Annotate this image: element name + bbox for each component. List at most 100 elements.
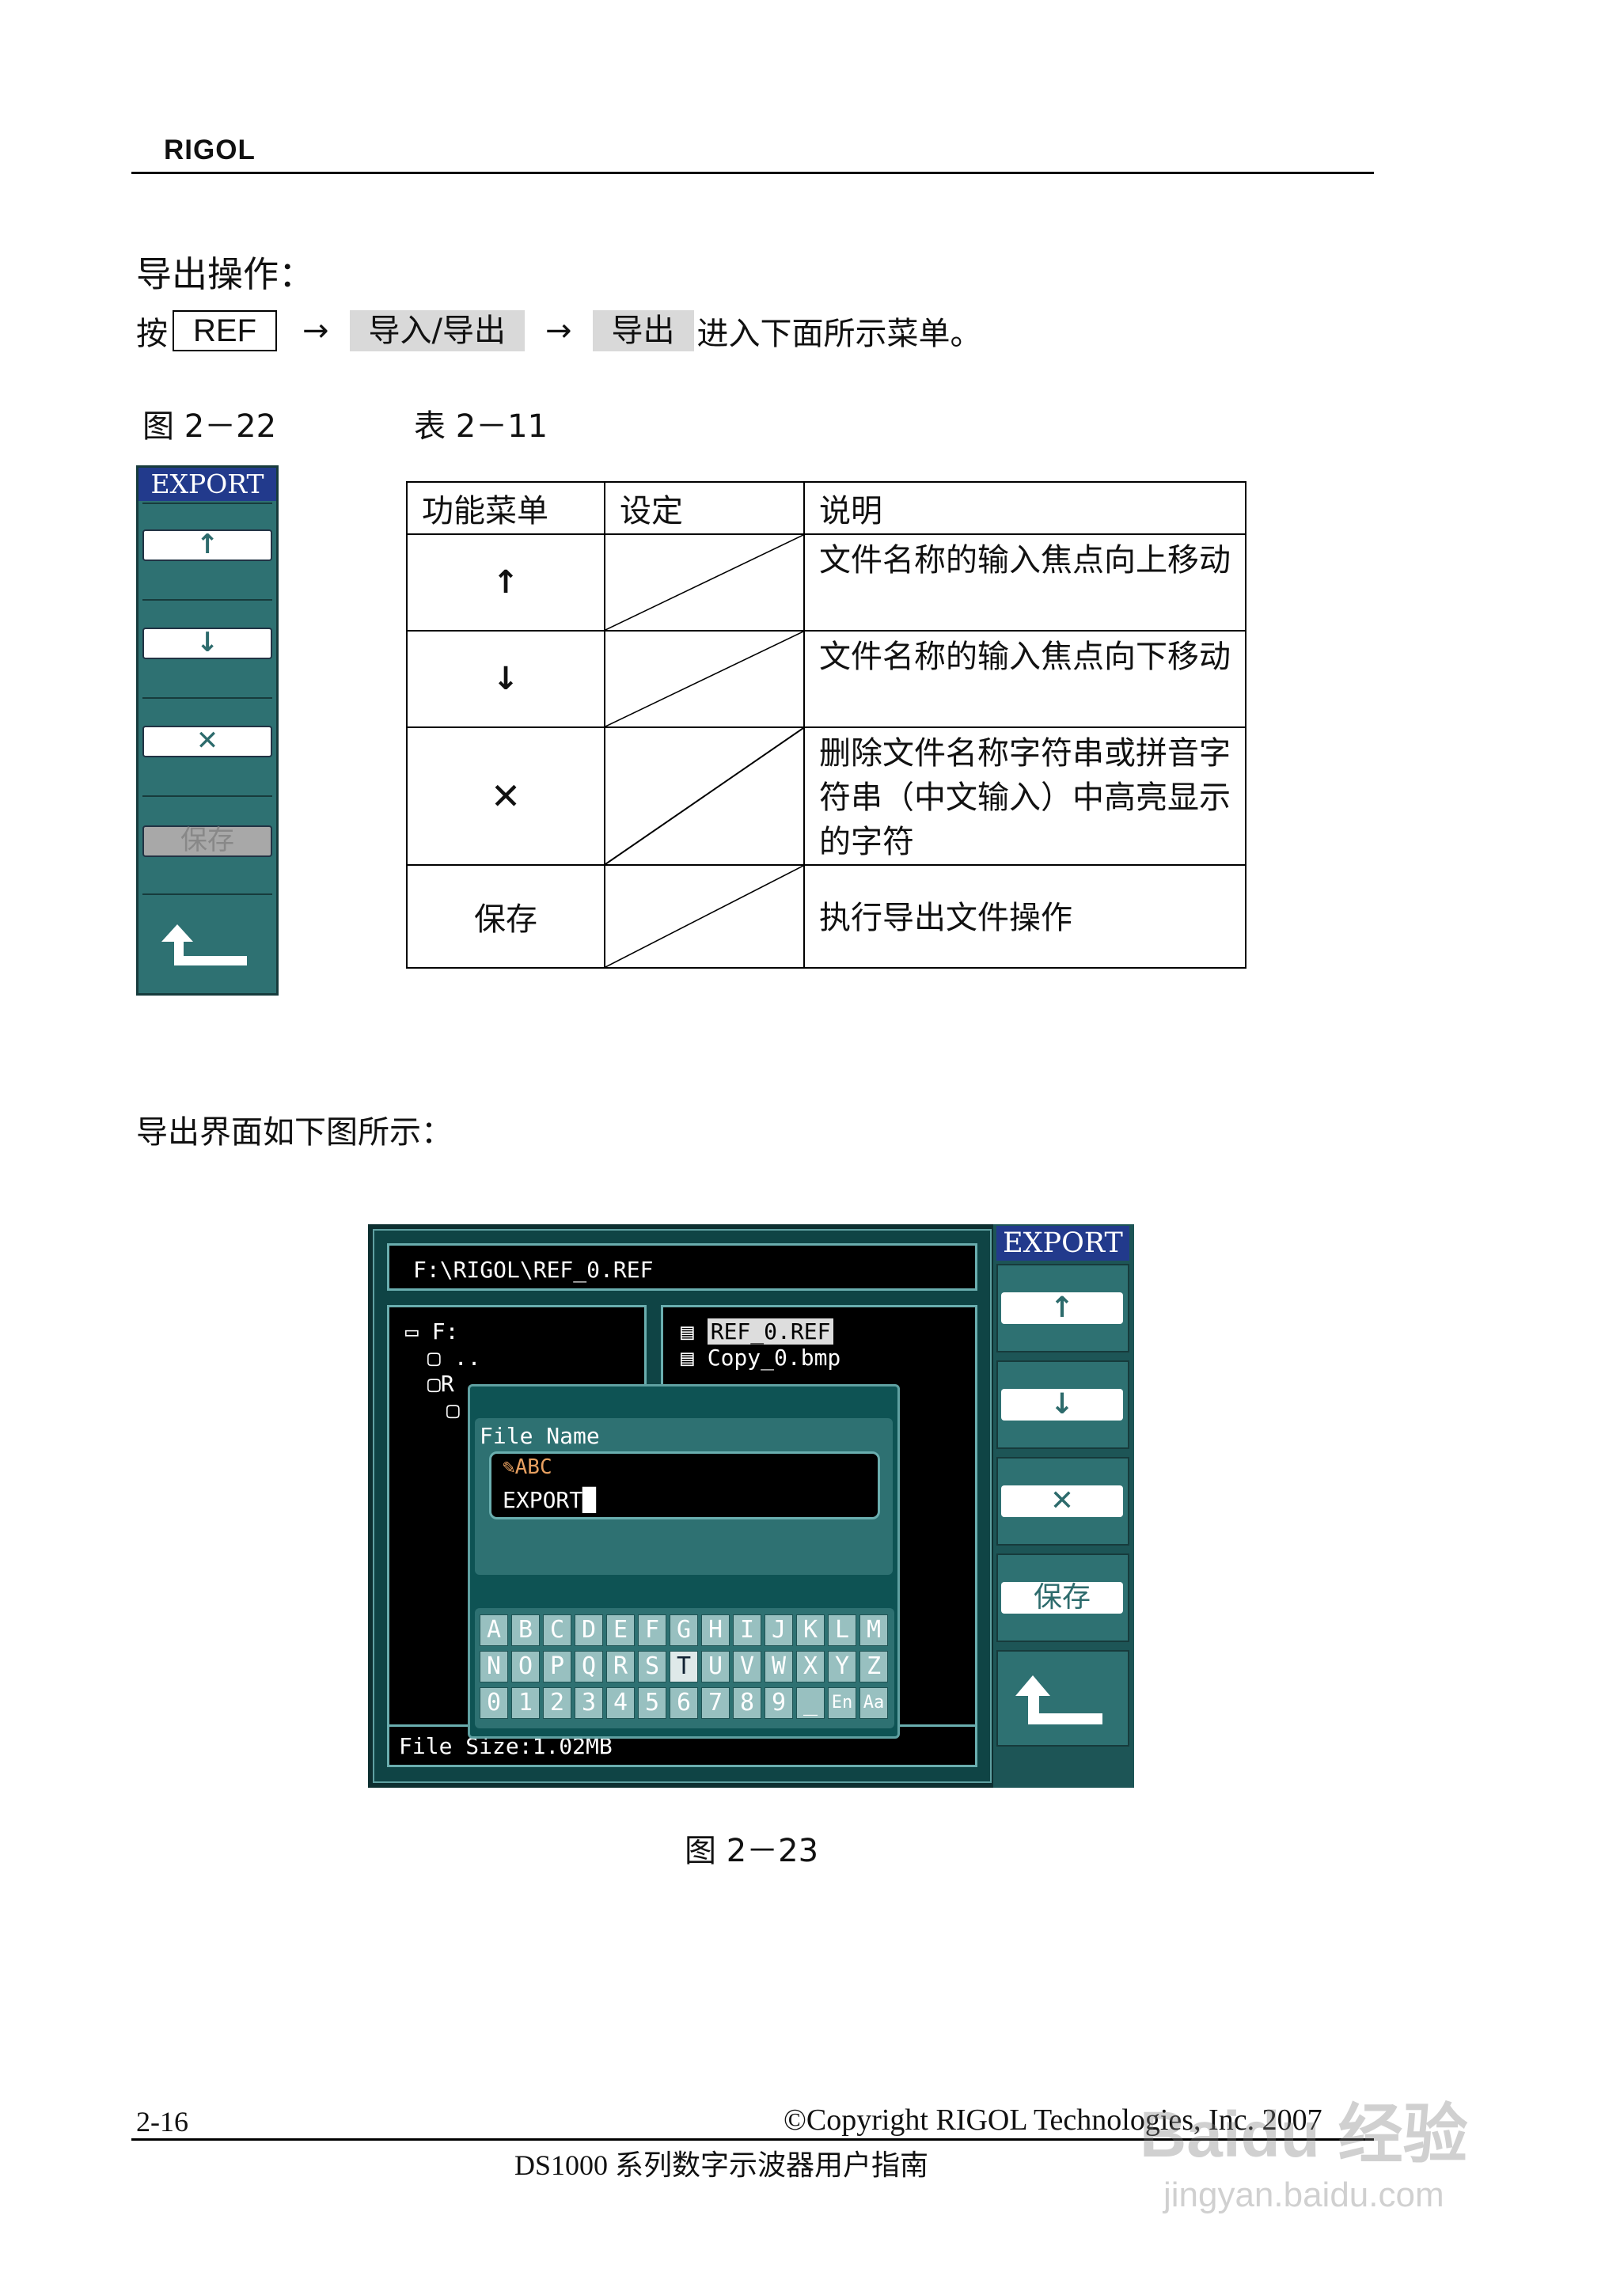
keyboard-key[interactable]: 6	[670, 1687, 698, 1719]
table-cell-setting	[604, 864, 805, 969]
keyboard-key[interactable]: 7	[701, 1687, 730, 1719]
keyboard-key[interactable]: C	[543, 1614, 571, 1646]
pen-icon: ✎	[503, 1455, 515, 1479]
keyboard-key[interactable]: 2	[543, 1687, 571, 1719]
keyboard-key[interactable]: A	[480, 1614, 508, 1646]
keyboard-key[interactable]: J	[765, 1614, 793, 1646]
arrow-icon: →	[302, 313, 329, 349]
up-folder-icon: ▢	[427, 1345, 441, 1371]
arrow-down-icon: ↓	[195, 627, 219, 658]
menu-down-button[interactable]: ↓	[142, 628, 272, 659]
return-arrow-icon	[161, 924, 247, 965]
keyboard-key[interactable]: Z	[859, 1651, 888, 1682]
table-cell-setting	[604, 726, 805, 866]
dialog-title: File Name	[480, 1423, 600, 1449]
menu-title: EXPORT	[138, 468, 276, 501]
keyboard-key[interactable]: 4	[606, 1687, 635, 1719]
drive-icon: ▭	[405, 1318, 419, 1345]
input-mode: ✎ABC	[503, 1455, 552, 1479]
table-header-setting: 设定	[604, 481, 805, 535]
keyboard-key[interactable]: Aa	[859, 1687, 888, 1719]
menu-save-button[interactable]: 保存	[142, 825, 272, 857]
keyboard-key[interactable]: _	[796, 1687, 825, 1719]
keyboard-key[interactable]: M	[859, 1614, 888, 1646]
brand-logo: RIGOL	[164, 135, 256, 165]
keyboard-key[interactable]: Q	[575, 1651, 603, 1682]
keyboard-key[interactable]: W	[765, 1651, 793, 1682]
ref-key-label: REF	[173, 310, 277, 351]
keyboard-key[interactable]: S	[638, 1651, 666, 1682]
filename-panel: File Name ✎ABC EXPORT█	[475, 1418, 893, 1575]
arrow-up-icon: ↑	[492, 564, 519, 601]
keyboard-key[interactable]: 8	[733, 1687, 761, 1719]
keyboard-key[interactable]: X	[796, 1651, 825, 1682]
keyboard-key[interactable]: D	[575, 1614, 603, 1646]
keyboard-key[interactable]: L	[828, 1614, 856, 1646]
menu-delete-button[interactable]: ✕	[142, 726, 272, 757]
delete-icon: ✕	[1001, 1485, 1123, 1517]
page-number: 2-16	[136, 2106, 188, 2138]
file-browser-panel: F:\RIGOL\REF_0.REF ▭ F: ▢ .. ▢ R ▢ ▤ REF_…	[373, 1229, 992, 1783]
side-back-button[interactable]	[996, 1650, 1129, 1747]
keyboard-row: 0 1 2 3 4 5 6 7 8 9 _ En Aa	[480, 1687, 890, 1719]
instr-prefix: 按	[136, 316, 168, 352]
side-menu-title: EXPORT	[996, 1226, 1129, 1261]
keyboard-key[interactable]: B	[511, 1614, 540, 1646]
side-up-button[interactable]: ↑	[996, 1264, 1129, 1352]
menu-up-button[interactable]: ↑	[142, 529, 272, 561]
tree-up[interactable]: ▢ ..	[427, 1345, 628, 1371]
keyboard-key[interactable]: 5	[638, 1687, 666, 1719]
path-display: F:\RIGOL\REF_0.REF	[387, 1243, 977, 1291]
watermark-url: jingyan.baidu.com	[1163, 2176, 1444, 2214]
figure-22-label: 图 2－22	[142, 408, 277, 445]
softkey-import-export-label: 导入/导出	[349, 310, 525, 351]
table-header-desc: 说明	[803, 481, 1246, 535]
open-folder-icon: ▢	[427, 1371, 441, 1397]
side-down-button[interactable]: ↓	[996, 1360, 1129, 1449]
arrow-down-icon: ↓	[492, 661, 519, 697]
keyboard-key[interactable]: E	[606, 1614, 635, 1646]
arrow-up-icon: ↑	[1001, 1292, 1123, 1324]
arrow-up-icon: ↑	[195, 529, 219, 560]
keyboard-key[interactable]: 1	[511, 1687, 540, 1719]
softkey-export-label: 导出	[592, 310, 694, 351]
filename-input[interactable]: ✎ABC EXPORT█	[489, 1451, 880, 1519]
file-item[interactable]: ▤ Copy_0.bmp	[681, 1345, 958, 1371]
figure-23-label: 图 2－23	[685, 1833, 819, 1869]
keyboard-key[interactable]: G	[670, 1614, 698, 1646]
filename-dialog: File Name ✎ABC EXPORT█ ABCDEFGHIJKLM NOP…	[468, 1384, 900, 1739]
keyboard-key[interactable]: N	[480, 1651, 508, 1682]
keyboard-key[interactable]: Y	[828, 1651, 856, 1682]
table-cell-desc: 执行导出文件操作	[803, 864, 1246, 969]
save-label: 保存	[180, 825, 234, 856]
keyboard-key[interactable]: R	[606, 1651, 635, 1682]
table-cell-desc: 文件名称的输入焦点向下移动	[803, 630, 1246, 728]
back-button[interactable]	[142, 899, 272, 988]
keyboard-key[interactable]: U	[701, 1651, 730, 1682]
keyboard-key[interactable]: K	[796, 1614, 825, 1646]
keyboard-key[interactable]: 0	[480, 1687, 508, 1719]
side-save-button[interactable]: 保存	[996, 1553, 1129, 1642]
delete-icon: ✕	[195, 725, 219, 757]
keyboard-key[interactable]: V	[733, 1651, 761, 1682]
text-cursor: █	[582, 1487, 597, 1513]
keyboard-key[interactable]: En	[828, 1687, 856, 1719]
tree-drive[interactable]: ▭ F:	[405, 1318, 628, 1345]
table-cell-menu: ↑	[406, 533, 605, 632]
instr-suffix: 进入下面所示菜单。	[696, 316, 982, 352]
keyboard-key[interactable]: I	[733, 1614, 761, 1646]
keyboard-key[interactable]: P	[543, 1651, 571, 1682]
delete-icon: ✕	[490, 775, 522, 817]
keyboard-key[interactable]: F	[638, 1614, 666, 1646]
instruction-line: 按 REF → 导入/导出 → 导出 进入下面所示菜单。	[136, 307, 982, 355]
keyboard-key[interactable]: T	[670, 1651, 698, 1682]
export-screen: F:\RIGOL\REF_0.REF ▭ F: ▢ .. ▢ R ▢ ▤ REF_…	[368, 1224, 1134, 1788]
file-item[interactable]: ▤ REF_0.REF	[681, 1318, 958, 1345]
side-delete-button[interactable]: ✕	[996, 1457, 1129, 1546]
table-cell-setting	[604, 533, 805, 632]
keyboard-key[interactable]: H	[701, 1614, 730, 1646]
keyboard-key[interactable]: 9	[765, 1687, 793, 1719]
folder-icon: ▢	[446, 1397, 460, 1423]
keyboard-key[interactable]: 3	[575, 1687, 603, 1719]
keyboard-key[interactable]: O	[511, 1651, 540, 1682]
